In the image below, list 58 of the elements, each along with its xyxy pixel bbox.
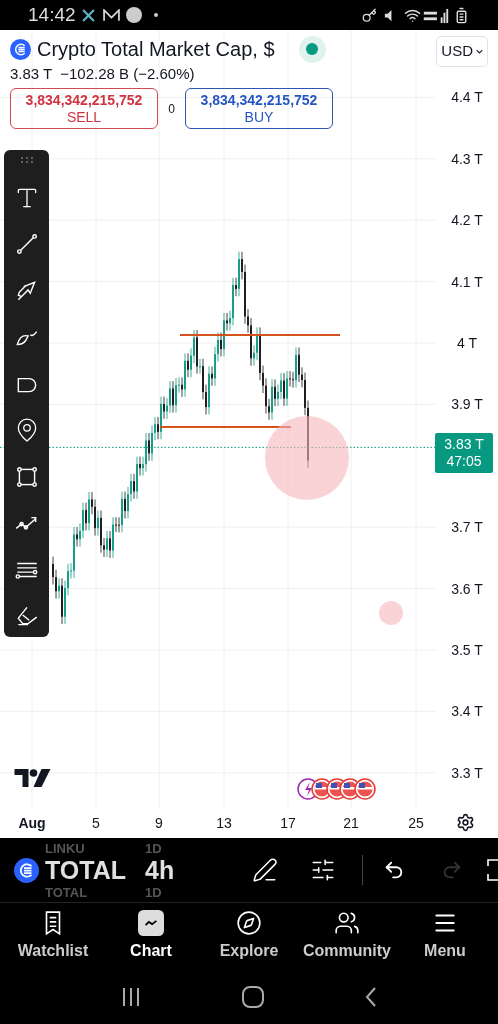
nav-tab[interactable]: Chart [102, 910, 200, 963]
resistance-line[interactable] [180, 333, 340, 337]
home-icon[interactable] [242, 986, 264, 1008]
signal-icon [423, 7, 449, 23]
chart-logo-icon [14, 769, 51, 787]
time-axis-label: 9 [154, 814, 164, 833]
time-axis-label: 5 [91, 814, 101, 833]
back-icon[interactable] [365, 987, 378, 1007]
price-axis-label: 3.4 T [450, 703, 484, 720]
support-line[interactable] [160, 425, 291, 429]
price-axis-label: 3.6 T [450, 580, 484, 597]
price-axis-label: 3.5 T [450, 642, 484, 658]
x-icon [81, 8, 95, 22]
nav-tab[interactable]: Community [298, 910, 396, 963]
last-price-label: 3.83 T 47:05 [435, 433, 493, 473]
status-time: 14:42 [28, 2, 76, 27]
symbol-title: Crypto Total Market Cap, $ [37, 37, 275, 62]
crypto-logo-icon [10, 38, 31, 60]
time-axis-label: Aug [17, 814, 47, 833]
touch-highlight [379, 601, 403, 625]
currency-dropdown[interactable]: USD [436, 35, 488, 67]
nav-tab[interactable]: Explore [200, 910, 298, 963]
last-price: 3.83 T [10, 63, 53, 84]
price-axis-label: 3.7 T [450, 519, 484, 536]
price-axis-label: 4 T [456, 335, 478, 351]
price-change: −102.28 B (−2.60%) [60, 63, 195, 84]
compass-icon [236, 910, 262, 936]
mail-icon [102, 8, 120, 22]
price-axis-label: 4.2 T [450, 212, 484, 229]
time-axis-label: 13 [215, 814, 233, 833]
time-axis-label: 17 [279, 814, 297, 833]
price-axis-label: 4.3 T [450, 150, 484, 167]
caret-icon [476, 48, 483, 54]
sliders-icon[interactable] [310, 857, 336, 883]
buy-button[interactable]: 3,834,342,215,752 BUY [185, 88, 333, 129]
price-axis-label: 4.1 T [450, 273, 484, 290]
nav-tab[interactable]: Menu [396, 910, 494, 963]
price-axis-label: 3.3 T [450, 764, 484, 781]
drag-handle-icon[interactable] [19, 156, 34, 164]
settings-icon[interactable] [456, 813, 475, 832]
time-axis-label: 25 [407, 814, 425, 833]
price-axis-label: 4.4 T [450, 89, 484, 106]
chart-icon [138, 910, 164, 936]
people-icon [334, 910, 360, 936]
key-icon [362, 7, 377, 23]
undo-icon[interactable] [383, 859, 405, 881]
sell-button[interactable]: 3,834,342,215,752 SELL [10, 88, 158, 129]
recent-apps-icon[interactable] [120, 988, 141, 1006]
pencil-icon[interactable] [252, 857, 278, 883]
symbol-selector[interactable]: TOTAL [45, 857, 145, 883]
crypto-logo-icon [14, 857, 39, 883]
nav-tab[interactable]: Watchlist [4, 910, 102, 963]
spread-value: 0 [167, 100, 176, 118]
fullscreen-icon[interactable] [486, 858, 498, 882]
interval-selector[interactable]: 4h [145, 857, 195, 883]
time-axis-label: 21 [342, 814, 360, 833]
price-axis-label: 3.9 T [450, 396, 484, 413]
app-icon [125, 7, 142, 23]
